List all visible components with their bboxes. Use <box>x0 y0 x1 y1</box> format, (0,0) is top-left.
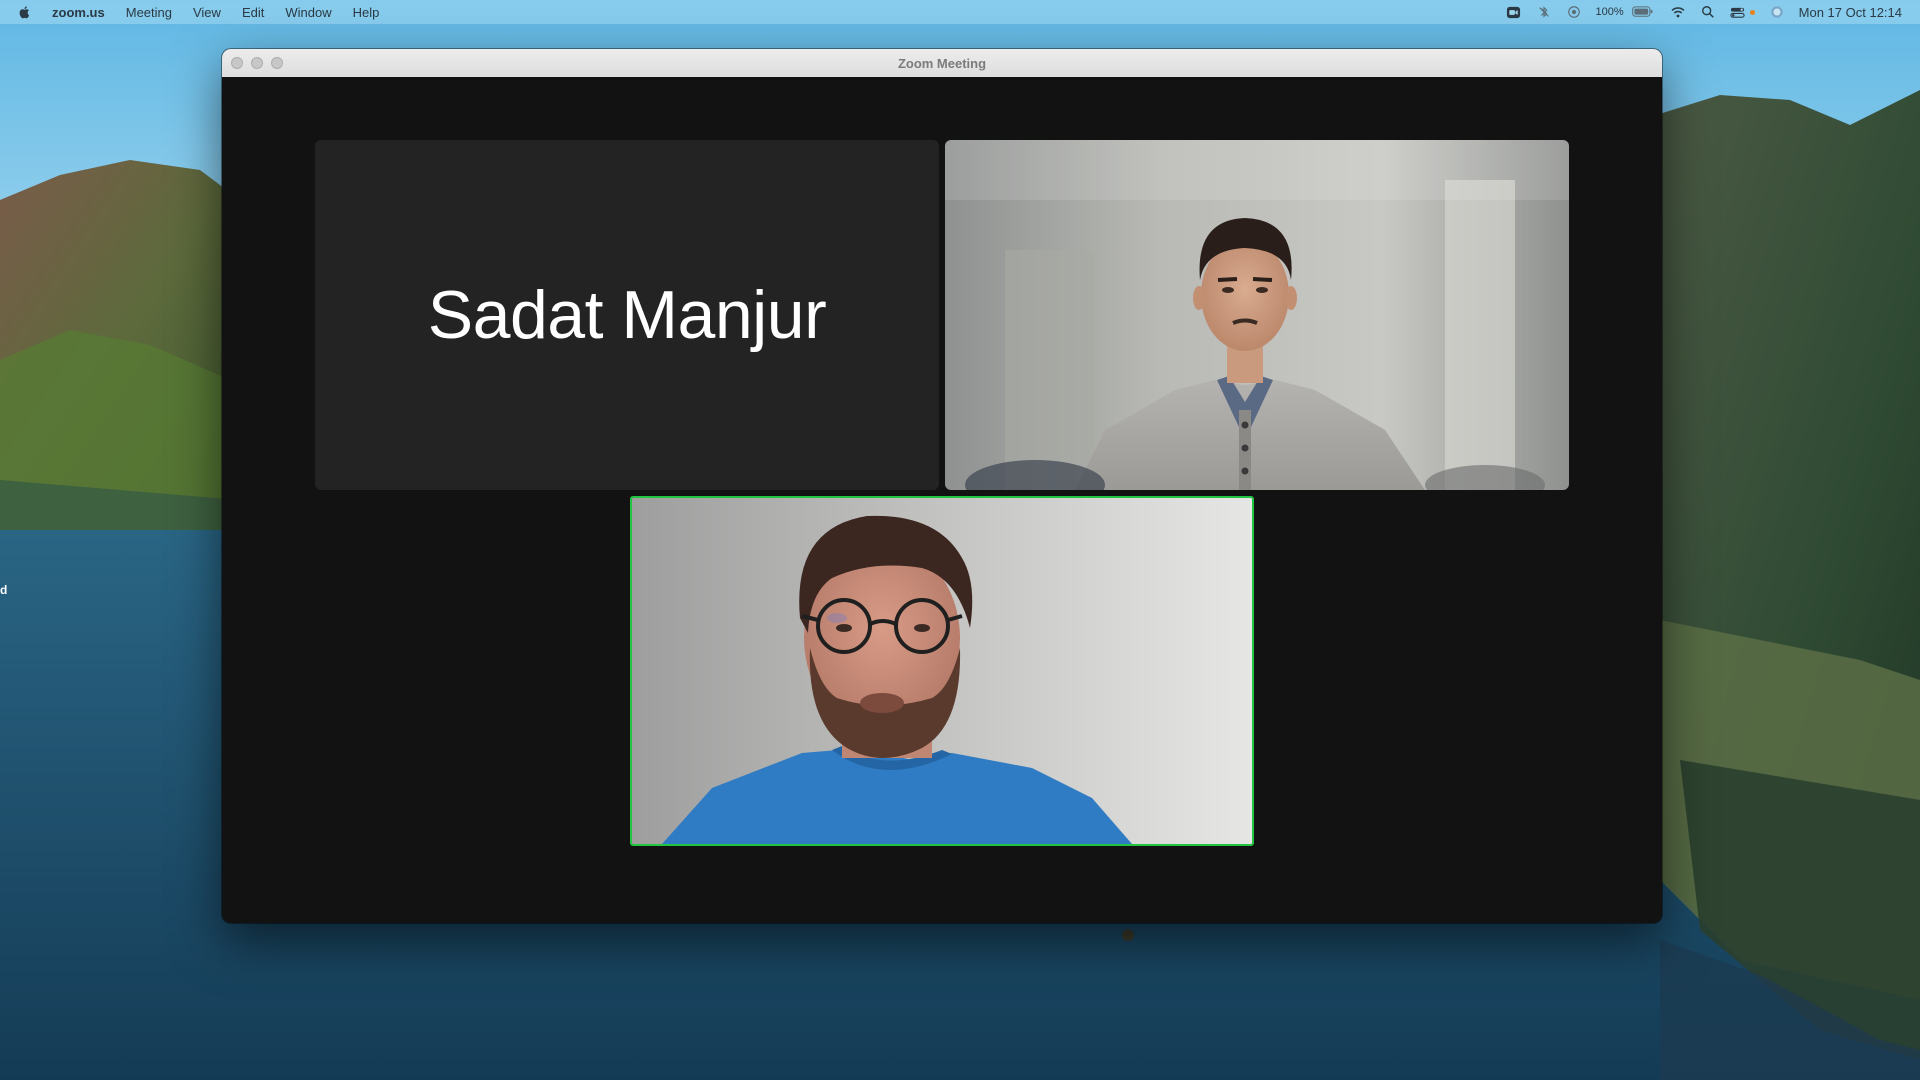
screen-record-icon[interactable] <box>1566 4 1582 20</box>
participant-tile-video-off[interactable]: Sadat Manjur <box>315 140 939 490</box>
menu-app-zoom[interactable]: zoom.us <box>52 5 105 20</box>
window-title: Zoom Meeting <box>897 55 987 71</box>
bluetooth-off-icon[interactable] <box>1536 4 1552 20</box>
window-titlebar[interactable]: Zoom Meeting <box>222 49 1662 78</box>
gallery-view: Sadat Manjur <box>222 77 1662 923</box>
menu-bar-clock[interactable]: Mon 17 Oct 12:14 <box>1799 5 1902 20</box>
spotlight-search-icon[interactable] <box>1700 4 1716 20</box>
notification-dot <box>1749 9 1755 15</box>
menu-view[interactable]: View <box>193 5 221 20</box>
control-center-icon[interactable] <box>1730 4 1746 20</box>
menu-edit[interactable]: Edit <box>242 5 264 20</box>
menu-help[interactable]: Help <box>353 5 380 20</box>
zoom-meeting-window: Zoom Meeting Sadat Manjur <box>222 49 1662 923</box>
menu-bar: zoom.us Meeting View Edit Window Help 10… <box>0 0 1920 24</box>
participant-tile-active-speaker[interactable] <box>630 496 1254 846</box>
menu-window[interactable]: Window <box>285 5 331 20</box>
participant-video-feed <box>945 140 1569 490</box>
participant-name: Sadat Manjur <box>427 277 827 353</box>
participant-video-feed <box>632 498 1252 844</box>
menu-meeting[interactable]: Meeting <box>126 5 172 20</box>
desktop-item-label[interactable]: d <box>0 583 7 597</box>
battery-icon[interactable] <box>1630 4 1656 20</box>
battery-percentage: 100% <box>1595 6 1624 18</box>
siri-icon[interactable] <box>1769 4 1785 20</box>
menu-bar-status-area: 100% Mon 17 Oct 12:14 <box>1506 4 1920 20</box>
zoom-video-icon[interactable] <box>1506 4 1522 20</box>
wifi-icon[interactable] <box>1670 4 1686 20</box>
apple-menu-icon[interactable] <box>18 4 34 20</box>
participant-tile-video[interactable] <box>945 140 1569 490</box>
